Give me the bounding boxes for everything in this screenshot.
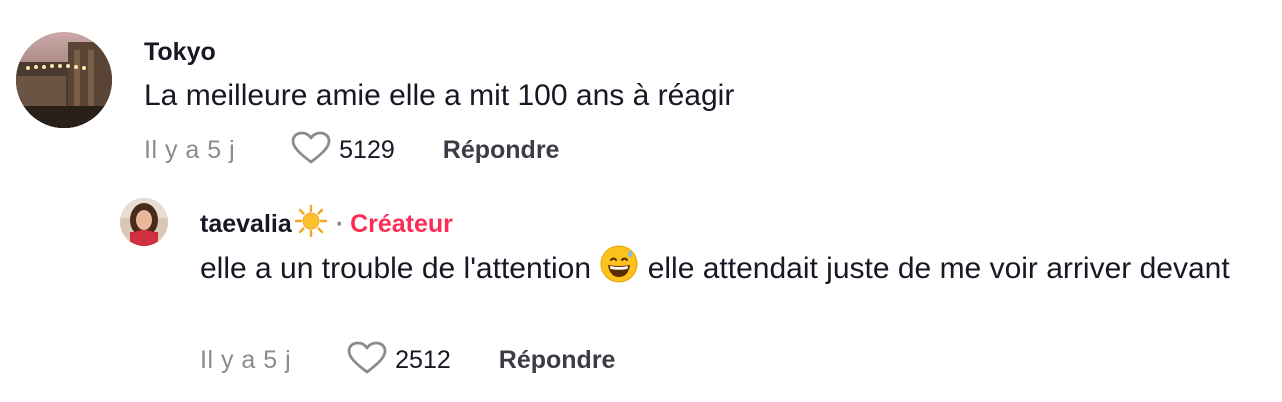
reply-username[interactable]: taevalia: [200, 210, 292, 239]
like-button[interactable]: 2512: [347, 341, 451, 380]
reply-comment: taevalia · Créateur elle a un trouble de…: [0, 180, 1282, 402]
heart-icon[interactable]: [291, 131, 331, 170]
reply-timestamp: Il y a 5 j: [200, 345, 292, 374]
comment-actions: Il y a 5 j 5129 Répondre: [144, 131, 560, 170]
comment-text: La meilleure amie elle a mit 100 ans à r…: [144, 79, 735, 112]
like-count: 2512: [395, 345, 451, 374]
creator-badge: Créateur: [350, 210, 453, 238]
sun-icon: [294, 204, 328, 245]
comment-username[interactable]: Tokyo: [144, 38, 216, 67]
comment-timestamp: Il y a 5 j: [144, 135, 236, 164]
reply-header: taevalia · Créateur: [200, 204, 453, 245]
avatar[interactable]: [120, 198, 168, 246]
reply-button[interactable]: Répondre: [499, 346, 616, 375]
reply-button[interactable]: Répondre: [443, 136, 560, 165]
separator-dot: ·: [335, 210, 345, 238]
like-button[interactable]: 5129: [291, 131, 395, 170]
reply-text-part: elle attendait juste de me voir arriver …: [639, 252, 1230, 285]
avatar[interactable]: [16, 32, 112, 128]
reply-actions: Il y a 5 j 2512 Répondre: [200, 341, 616, 380]
grinning-sweat-emoji-icon: [599, 244, 639, 295]
like-count: 5129: [339, 135, 395, 164]
reply-text: elle a un trouble de l'attention elle at…: [200, 244, 1260, 295]
reply-text-part: elle a un trouble de l'attention: [200, 252, 600, 285]
heart-icon[interactable]: [347, 341, 387, 380]
comment: Tokyo La meilleure amie elle a mit 100 a…: [0, 0, 1282, 180]
